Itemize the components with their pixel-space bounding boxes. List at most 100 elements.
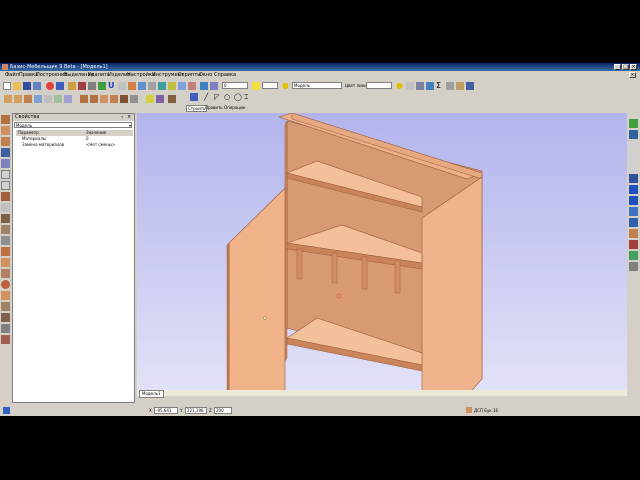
layers-icon[interactable]: [188, 82, 196, 90]
view-back-icon[interactable]: [629, 163, 638, 172]
color-field[interactable]: [262, 82, 278, 89]
maximize-button[interactable]: □: [622, 64, 629, 70]
calc-icon[interactable]: [446, 82, 454, 90]
fastener-icon[interactable]: [64, 95, 72, 103]
view-left-icon[interactable]: [629, 141, 638, 150]
export-icon[interactable]: [466, 82, 474, 90]
pin-icon[interactable]: ᛘ: [121, 115, 126, 120]
numeric-field[interactable]: 0: [222, 82, 248, 89]
drill-icon[interactable]: [54, 95, 62, 103]
tab-model1[interactable]: Модель1: [139, 390, 164, 398]
tool-hinge-icon[interactable]: [1, 236, 10, 245]
tool-cylinder-icon[interactable]: [1, 291, 10, 300]
z-coordinate[interactable]: 200: [214, 407, 232, 414]
tool-extrude-icon[interactable]: [1, 313, 10, 322]
tab-operations[interactable]: Операции: [224, 105, 245, 110]
menu-help[interactable]: Справка: [214, 72, 236, 78]
tool-sphere-icon[interactable]: [1, 280, 10, 289]
tool-cross-icon[interactable]: [1, 159, 10, 168]
row-value[interactable]: <Нет смены>: [86, 142, 115, 148]
rotate-icon[interactable]: [158, 82, 166, 90]
drawer-icon[interactable]: [90, 95, 98, 103]
view-iso2-icon[interactable]: [629, 196, 638, 205]
color-picker-icon[interactable]: [252, 82, 260, 90]
view-iso3-icon[interactable]: [629, 207, 638, 216]
view-icon[interactable]: [138, 82, 146, 90]
cut-icon[interactable]: [78, 82, 86, 90]
lightbulb-icon[interactable]: ●: [282, 82, 290, 90]
views-icon[interactable]: [200, 82, 208, 90]
open-folder-icon[interactable]: [13, 82, 21, 90]
mdi-close-button[interactable]: ×: [629, 72, 636, 78]
menu-build[interactable]: Построение: [36, 72, 67, 78]
snap-icon[interactable]: [98, 82, 106, 90]
hardware-icon[interactable]: [130, 95, 138, 103]
rect-tool-icon[interactable]: ⌶: [244, 93, 252, 101]
view-front-icon[interactable]: [629, 119, 638, 128]
door-icon[interactable]: [80, 95, 88, 103]
y-coordinate[interactable]: 221,196: [185, 407, 207, 414]
report-icon[interactable]: [426, 82, 434, 90]
view-bottom-icon[interactable]: [629, 174, 638, 183]
redo-icon[interactable]: [56, 82, 64, 90]
move-icon[interactable]: [146, 95, 154, 103]
tool-handle-icon[interactable]: [1, 247, 10, 256]
pen-icon[interactable]: [118, 82, 126, 90]
menu-window[interactable]: Окно: [199, 72, 212, 78]
tool-frame-icon[interactable]: [1, 148, 10, 157]
layer-select[interactable]: Модель: [292, 82, 342, 89]
view-iso4-icon[interactable]: [629, 218, 638, 227]
tool-back-icon[interactable]: [1, 137, 10, 146]
menu-settings[interactable]: Настройка: [127, 72, 155, 78]
tool-box-icon[interactable]: [1, 192, 10, 201]
frame-icon[interactable]: [34, 95, 42, 103]
tool-worktop-icon[interactable]: [1, 258, 10, 267]
view-iso-icon[interactable]: [629, 185, 638, 194]
print-icon[interactable]: [68, 82, 76, 90]
tool-drawer-icon[interactable]: [1, 181, 10, 190]
object-select[interactable]: Модель: [14, 122, 132, 128]
hidden-line-icon[interactable]: [629, 262, 638, 271]
light-icon[interactable]: ●: [396, 82, 404, 90]
new-file-icon[interactable]: [3, 82, 11, 90]
chevron-down-icon[interactable]: ▾: [129, 123, 131, 128]
line-tool-icon[interactable]: ╱: [204, 93, 212, 101]
tool-panel-icon[interactable]: [1, 115, 10, 124]
tool-last-icon[interactable]: [1, 335, 10, 344]
menu-file[interactable]: Файл: [5, 72, 19, 78]
table-row[interactable]: Замена материалов <Нет смены>: [16, 142, 133, 148]
edge-icon[interactable]: [44, 95, 52, 103]
view-right-icon[interactable]: [629, 152, 638, 161]
circle-tool-icon[interactable]: ○: [224, 93, 232, 101]
cabinet-icon[interactable]: [110, 95, 118, 103]
grid-icon[interactable]: [88, 82, 96, 90]
material-icon[interactable]: [456, 82, 464, 90]
minimize-button[interactable]: _: [614, 64, 621, 70]
undo-icon[interactable]: [46, 82, 54, 90]
close-button[interactable]: ×: [630, 64, 637, 70]
polyline-tool-icon[interactable]: ◸: [214, 93, 222, 101]
tool-section-icon[interactable]: [1, 324, 10, 333]
zoom-icon[interactable]: [168, 82, 176, 90]
pointer-icon[interactable]: [190, 93, 198, 101]
tool-shelf-icon[interactable]: [1, 126, 10, 135]
view-top-icon[interactable]: [629, 130, 638, 139]
menu-scripts[interactable]: Скрипты: [178, 72, 201, 78]
shelf-icon[interactable]: [100, 95, 108, 103]
tool-door-icon[interactable]: [1, 170, 10, 179]
x-coordinate[interactable]: -95,641: [154, 407, 178, 414]
link-icon[interactable]: [406, 82, 414, 90]
tool-profile-icon[interactable]: [1, 203, 10, 212]
sum-icon[interactable]: Σ: [436, 82, 444, 90]
camera-icon[interactable]: [210, 82, 218, 90]
measure-icon[interactable]: [148, 82, 156, 90]
wardrobe-icon[interactable]: [120, 95, 128, 103]
menu-delete[interactable]: Удалить: [88, 72, 110, 78]
line-style-select[interactable]: [366, 82, 392, 89]
panel-vertical-icon[interactable]: [14, 95, 22, 103]
magnet-icon[interactable]: U: [108, 82, 116, 90]
copy-icon[interactable]: [156, 95, 164, 103]
table-icon[interactable]: [416, 82, 424, 90]
save-icon[interactable]: [23, 82, 31, 90]
3d-viewport[interactable]: Модель1: [137, 112, 627, 416]
